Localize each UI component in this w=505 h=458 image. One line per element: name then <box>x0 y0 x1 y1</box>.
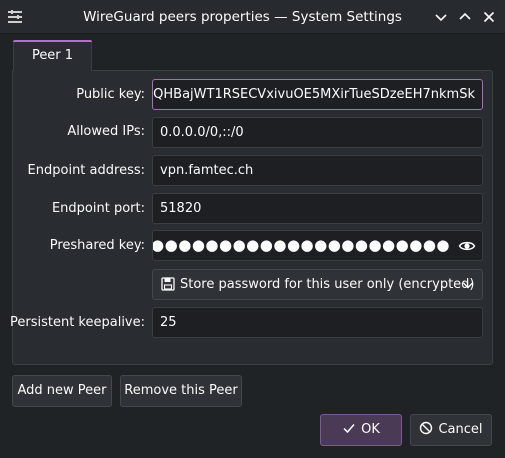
ok-button[interactable]: OK <box>320 414 402 446</box>
chevron-up-icon <box>459 12 471 20</box>
tab-peer-1[interactable]: Peer 1 <box>13 40 92 71</box>
maximize-button[interactable] <box>454 6 476 28</box>
preshared-key-input[interactable]: ●●●●●●●●●●●●●●●●●●●●●●●●●●●●●●●●●●●●●●●●… <box>152 230 483 261</box>
title-bar: WireGuard peers properties — System Sett… <box>0 0 505 34</box>
remove-peer-button[interactable]: Remove this Peer <box>120 375 242 407</box>
public-key-label: Public key: <box>76 87 145 102</box>
cancel-button[interactable]: Cancel <box>410 414 492 446</box>
add-peer-button[interactable]: Add new Peer <box>12 375 112 407</box>
password-storage-select[interactable]: Store password for this user only (encry… <box>152 269 483 300</box>
chevron-down-icon <box>463 282 473 289</box>
public-key-input[interactable]: 6AUQHBajWT1RSECVxivuOE5MXirTueSDzeEH7nkm… <box>152 79 483 110</box>
endpoint-address-input[interactable]: vpn.famtec.ch <box>152 155 483 186</box>
endpoint-address-label: Endpoint address: <box>27 163 145 178</box>
persistent-keepalive-input[interactable]: 25 <box>152 307 483 338</box>
minimize-button[interactable] <box>430 6 452 28</box>
cancel-icon <box>420 421 433 435</box>
allowed-ips-label: Allowed IPs: <box>67 124 145 139</box>
close-icon <box>483 11 495 23</box>
close-button[interactable] <box>478 6 500 28</box>
ok-button-label: OK <box>361 422 380 437</box>
window-title: WireGuard peers properties — System Sett… <box>83 9 402 25</box>
settings-window-icon[interactable] <box>6 8 24 26</box>
persistent-keepalive-label: Persistent keepalive: <box>9 315 145 330</box>
checkmark-icon <box>343 424 355 434</box>
preshared-key-label: Preshared key: <box>49 238 145 253</box>
eye-icon[interactable] <box>458 237 476 255</box>
password-storage-value: Store password for this user only (encry… <box>180 277 475 292</box>
allowed-ips-input[interactable]: 0.0.0.0/0,::/0 <box>152 117 483 148</box>
endpoint-port-label: Endpoint port: <box>51 201 145 216</box>
endpoint-port-input[interactable]: 51820 <box>152 193 483 224</box>
cancel-button-label: Cancel <box>438 422 483 437</box>
chevron-down-icon <box>435 14 447 22</box>
floppy-disk-icon <box>161 277 175 291</box>
preshared-key-masked: ●●●●●●●●●●●●●●●●●●●●●●●●●●●●●●●●●●●●●●●●… <box>153 236 450 254</box>
